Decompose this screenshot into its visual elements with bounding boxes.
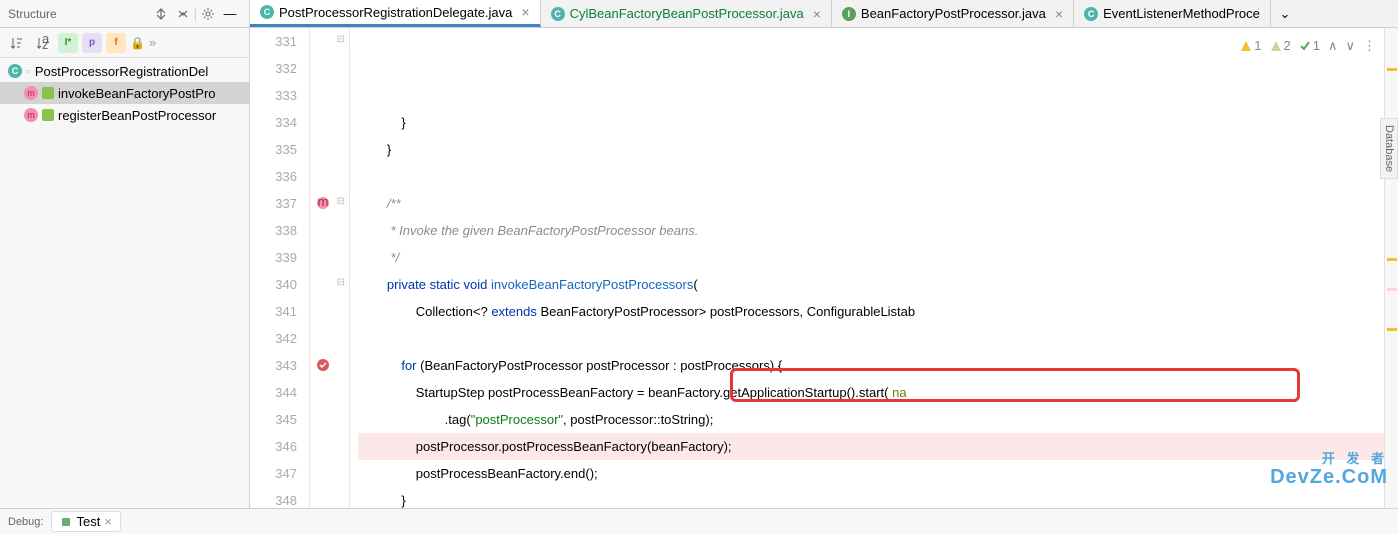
package-icon — [42, 87, 54, 99]
tab-label: EventListenerMethodProce — [1103, 6, 1260, 21]
ok-icon[interactable]: 1 — [1299, 32, 1320, 59]
error-marker[interactable] — [1387, 288, 1397, 291]
tree-item[interactable]: m registerBeanPostProcessor — [0, 104, 249, 126]
debug-toolbar: Debug: Test × — [0, 508, 1398, 534]
sort-down-icon[interactable] — [6, 32, 28, 54]
error-stripe[interactable] — [1384, 28, 1398, 508]
sort-alpha-icon[interactable]: az — [32, 32, 54, 54]
editor-tab[interactable]: C PostProcessorRegistrationDelegate.java… — [250, 0, 541, 27]
java-class-icon: C — [1084, 7, 1098, 21]
more-icon[interactable]: » — [149, 35, 156, 50]
editor-tab[interactable]: C EventListenerMethodProce — [1074, 0, 1271, 27]
tab-label: BeanFactoryPostProcessor.java — [861, 6, 1046, 21]
tree-item-label: invokeBeanFactoryPostPro — [58, 86, 216, 101]
more-icon[interactable]: ⋮ — [1363, 32, 1376, 59]
tree-root[interactable]: C ○ PostProcessorRegistrationDel — [0, 60, 249, 82]
class-icon: C — [8, 64, 22, 78]
debug-label: Debug: — [8, 516, 43, 528]
database-tool-tab[interactable]: Database — [1380, 118, 1398, 179]
debug-icon — [60, 516, 72, 528]
hide-icon[interactable]: — — [219, 3, 241, 25]
warning-icon[interactable]: 1 — [1240, 32, 1261, 59]
close-icon[interactable]: × — [813, 6, 821, 22]
lock-icon[interactable]: 🔒 — [130, 36, 145, 50]
java-interface-icon: I — [842, 7, 856, 21]
close-icon[interactable]: × — [104, 514, 112, 529]
gear-icon[interactable] — [197, 3, 219, 25]
collapse-all-icon[interactable] — [172, 3, 194, 25]
close-icon[interactable]: × — [1055, 6, 1063, 22]
warning-marker[interactable] — [1387, 328, 1397, 331]
structure-title: Structure — [8, 7, 150, 21]
tree-item-label: registerBeanPostProcessor — [58, 108, 216, 123]
filter-field-icon[interactable]: f — [106, 33, 126, 53]
tree-item[interactable]: m invokeBeanFactoryPostPro — [0, 82, 249, 104]
structure-header: Structure | — — [0, 0, 249, 28]
tree-root-label: PostProcessorRegistrationDel — [35, 64, 208, 79]
warning-marker[interactable] — [1387, 68, 1397, 71]
method-icon: m — [24, 108, 38, 122]
editor-tab[interactable]: C CylBeanFactoryBeanPostProcessor.java × — [541, 0, 832, 27]
svg-text:z: z — [42, 37, 49, 50]
editor-tab[interactable]: I BeanFactoryPostProcessor.java × — [832, 0, 1074, 27]
warning-marker[interactable] — [1387, 258, 1397, 261]
tab-label: PostProcessorRegistrationDelegate.java — [279, 5, 512, 20]
structure-toolbar: az I* p f 🔒 » — [0, 28, 249, 58]
filter-property-icon[interactable]: p — [82, 33, 102, 53]
expand-all-icon[interactable] — [150, 3, 172, 25]
inspection-widget[interactable]: 1 2 1 ∧ ∨ ⋮ — [1240, 32, 1376, 59]
close-icon[interactable]: × — [521, 4, 529, 20]
gutter-marks[interactable]: ⊟m⊟⊟ — [310, 28, 350, 508]
method-icon: m — [24, 86, 38, 100]
java-class-icon: C — [260, 5, 274, 19]
package-icon — [42, 109, 54, 121]
nav-down-icon[interactable]: ∨ — [1345, 32, 1355, 59]
java-class-icon: C — [551, 7, 565, 21]
svg-text:m: m — [318, 196, 329, 209]
weak-warning-icon[interactable]: 2 — [1270, 32, 1291, 59]
code-editor[interactable]: 3313323333343353363373383393403413423433… — [250, 28, 1398, 508]
tabs-overflow-icon[interactable]: ⌄ — [1271, 0, 1299, 27]
nav-up-icon[interactable]: ∧ — [1328, 32, 1338, 59]
debug-config-tab[interactable]: Test × — [51, 511, 120, 532]
structure-tree[interactable]: C ○ PostProcessorRegistrationDel m invok… — [0, 58, 249, 508]
structure-panel: Structure | — az I* p f 🔒 » C ○ PostProc… — [0, 0, 250, 508]
line-numbers: 3313323333343353363373383393403413423433… — [250, 28, 310, 508]
editor-panel: C PostProcessorRegistrationDelegate.java… — [250, 0, 1398, 508]
editor-tabs: C PostProcessorRegistrationDelegate.java… — [250, 0, 1398, 28]
tab-label: CylBeanFactoryBeanPostProcessor.java — [570, 6, 804, 21]
filter-interface-icon[interactable]: I* — [58, 33, 78, 53]
code-content[interactable]: 1 2 1 ∧ ∨ ⋮ } } /** * Invoke the given B… — [350, 28, 1384, 508]
